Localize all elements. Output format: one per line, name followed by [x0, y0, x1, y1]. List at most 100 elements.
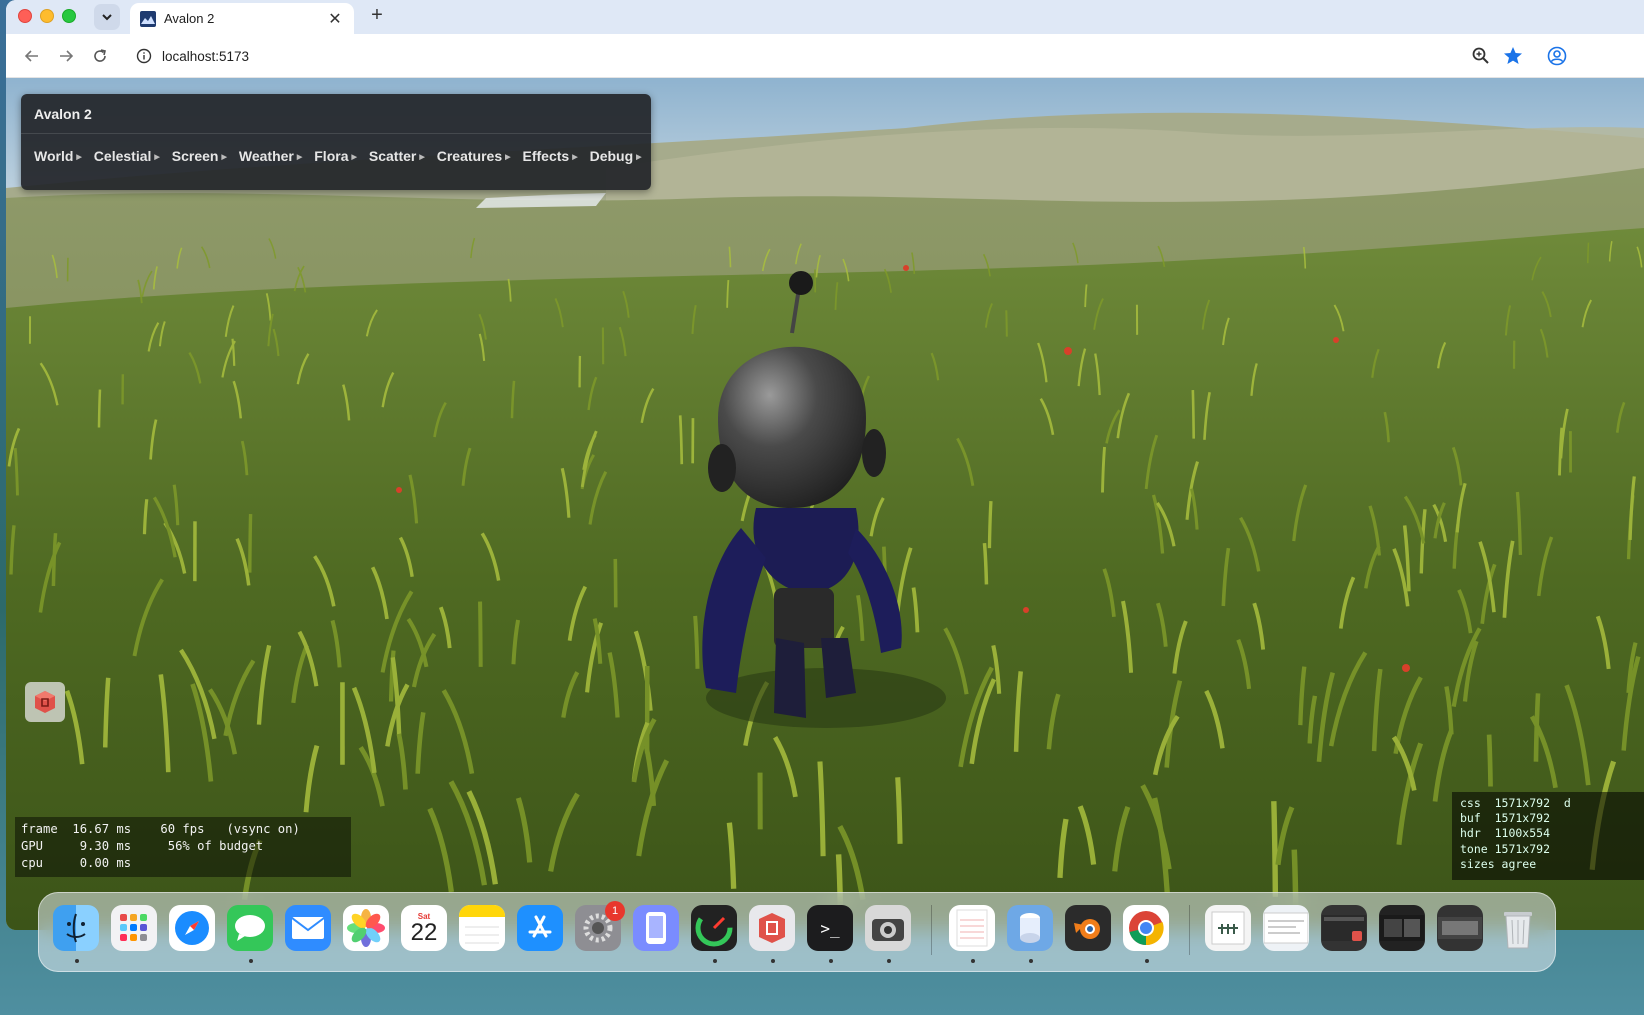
forward-button[interactable]	[54, 44, 78, 68]
reload-icon	[94, 49, 106, 62]
menu-label: Screen	[171, 148, 219, 164]
running-indicator	[249, 959, 253, 963]
menu-label: Debug	[589, 148, 634, 164]
menu-scatter[interactable]: Scatter ▶	[369, 148, 425, 164]
menu-label: Flora	[314, 148, 349, 164]
menu-weather[interactable]: Weather ▶	[239, 148, 302, 164]
simulator-icon[interactable]	[633, 905, 679, 951]
bookmark-star-icon[interactable]	[1502, 45, 1524, 67]
sizes-tone: tone 1571x792	[1460, 841, 1551, 856]
settings-badge: 1	[605, 901, 625, 921]
zoom-icon[interactable]	[1470, 45, 1492, 67]
menu-celestial[interactable]: Celestial ▶	[94, 148, 160, 164]
recent-window-thumbnail[interactable]	[1321, 905, 1367, 951]
mail-icon[interactable]	[285, 905, 331, 951]
stats-gpu: GPU 9.30 ms 56% of budget	[21, 839, 264, 853]
new-tab-button[interactable]: +	[364, 4, 390, 27]
close-window-button[interactable]	[18, 9, 32, 23]
performance-overlay: frame 16.67 ms 60 fps (vsync on) GPU 9.30…	[15, 817, 351, 877]
mountain-icon	[140, 10, 156, 27]
caret-right-icon: ▶	[419, 154, 425, 162]
notes-icon[interactable]	[459, 905, 505, 951]
app-store-icon[interactable]	[517, 905, 563, 951]
browser-toolbar: localhost:5173	[6, 34, 1644, 78]
address-bar[interactable]: localhost:5173	[124, 40, 1624, 72]
safari-icon[interactable]	[169, 905, 215, 951]
disk-utility-icon[interactable]	[1007, 905, 1053, 951]
arrow-right-icon	[60, 50, 74, 62]
reload-button[interactable]	[88, 44, 112, 68]
tab-strip: Avalon 2 ✕ +	[6, 0, 1644, 34]
screenshot-icon[interactable]	[865, 905, 911, 951]
chrome-icon[interactable]	[1123, 905, 1169, 951]
terminal-icon[interactable]: >_	[807, 905, 853, 951]
stats-cpu: cpu 0.00 ms	[21, 856, 132, 870]
menu-bar: World ▶ Celestial ▶ Screen ▶ Weather ▶ Flora…	[21, 134, 651, 164]
close-tab-icon[interactable]: ✕	[326, 9, 344, 29]
tab-search-button[interactable]	[94, 4, 120, 30]
game-viewport[interactable]: Avalon 2 World ▶ Celestial ▶ Screen ▶ Weath…	[6, 78, 1644, 930]
photos-icon[interactable]	[343, 905, 389, 951]
document-stack-icon[interactable]	[1205, 905, 1251, 951]
browser-window: Avalon 2 ✕ + localhost:5173 Avalon 2 Wor…	[6, 0, 1644, 930]
tab-title: Avalon 2	[164, 11, 215, 26]
running-indicator	[887, 959, 891, 963]
tab-avalon[interactable]: Avalon 2 ✕	[130, 3, 354, 34]
sizes-hdr: hdr 1100x554	[1460, 826, 1551, 841]
menu-screen[interactable]: Screen ▶	[172, 148, 227, 164]
menu-label: Effects	[522, 148, 570, 164]
minimize-window-button[interactable]	[40, 9, 54, 23]
menu-effects[interactable]: Effects ▶	[523, 148, 578, 164]
menu-label: Celestial	[93, 148, 152, 164]
sizes-buf: buf 1571x792	[1460, 811, 1551, 826]
game-scene[interactable]	[6, 78, 1644, 930]
menu-flora[interactable]: Flora ▶	[314, 148, 357, 164]
dock-separator	[1189, 905, 1190, 955]
launchpad-icon[interactable]	[111, 905, 157, 951]
running-indicator	[971, 959, 975, 963]
record-button[interactable]	[25, 682, 65, 722]
calendar-icon[interactable]: Sat 22	[401, 905, 447, 951]
menu-creatures[interactable]: Creatures ▶	[437, 148, 511, 164]
finder-icon[interactable]	[53, 905, 99, 951]
site-info-icon[interactable]	[130, 48, 158, 64]
cube-icon	[35, 691, 55, 713]
messages-icon[interactable]	[227, 905, 273, 951]
running-indicator	[1029, 959, 1033, 963]
back-button[interactable]	[20, 44, 44, 68]
maximize-window-button[interactable]	[62, 9, 76, 23]
running-indicator	[1145, 959, 1149, 963]
profile-icon[interactable]	[1546, 45, 1568, 67]
stats-frame: frame 16.67 ms 60 fps (vsync on)	[21, 822, 300, 836]
recent-window-thumbnail[interactable]	[1263, 905, 1309, 951]
buffer-sizes-overlay: css 1571x792 d buf 1571x792 hdr 1100x554 to…	[1452, 792, 1644, 880]
running-indicator	[713, 959, 717, 963]
trash-icon[interactable]	[1495, 905, 1541, 951]
caret-right-icon: ▶	[505, 154, 511, 162]
menu-label: Creatures	[436, 148, 503, 164]
running-indicator	[75, 959, 79, 963]
calendar-date: 22	[410, 918, 438, 946]
app-menu-panel: Avalon 2 World ▶ Celestial ▶ Screen ▶ Weath…	[21, 94, 651, 190]
menu-label: Scatter	[368, 148, 417, 164]
caret-right-icon: ▶	[221, 154, 227, 162]
recent-window-thumbnail[interactable]	[1379, 905, 1425, 951]
url-text: localhost:5173	[162, 48, 250, 64]
caret-right-icon: ▶	[636, 154, 642, 162]
menu-debug[interactable]: Debug ▶	[590, 148, 642, 164]
menu-world[interactable]: World ▶	[34, 148, 82, 164]
caret-right-icon: ▶	[76, 154, 82, 162]
running-indicator	[771, 959, 775, 963]
panel-title: Avalon 2	[21, 94, 651, 134]
avalon-app-icon[interactable]	[749, 905, 795, 951]
caret-right-icon: ▶	[154, 154, 160, 162]
activity-monitor-icon[interactable]	[691, 905, 737, 951]
caret-right-icon: ▶	[572, 154, 578, 162]
recent-window-thumbnail[interactable]	[1437, 905, 1483, 951]
blender-icon[interactable]	[1065, 905, 1111, 951]
textedit-icon[interactable]	[949, 905, 995, 951]
running-indicator	[829, 959, 833, 963]
sizes-agree: sizes agree	[1460, 856, 1537, 871]
caret-right-icon: ▶	[296, 154, 303, 162]
macos-dock: Sat 22 1 >_	[38, 892, 1556, 972]
